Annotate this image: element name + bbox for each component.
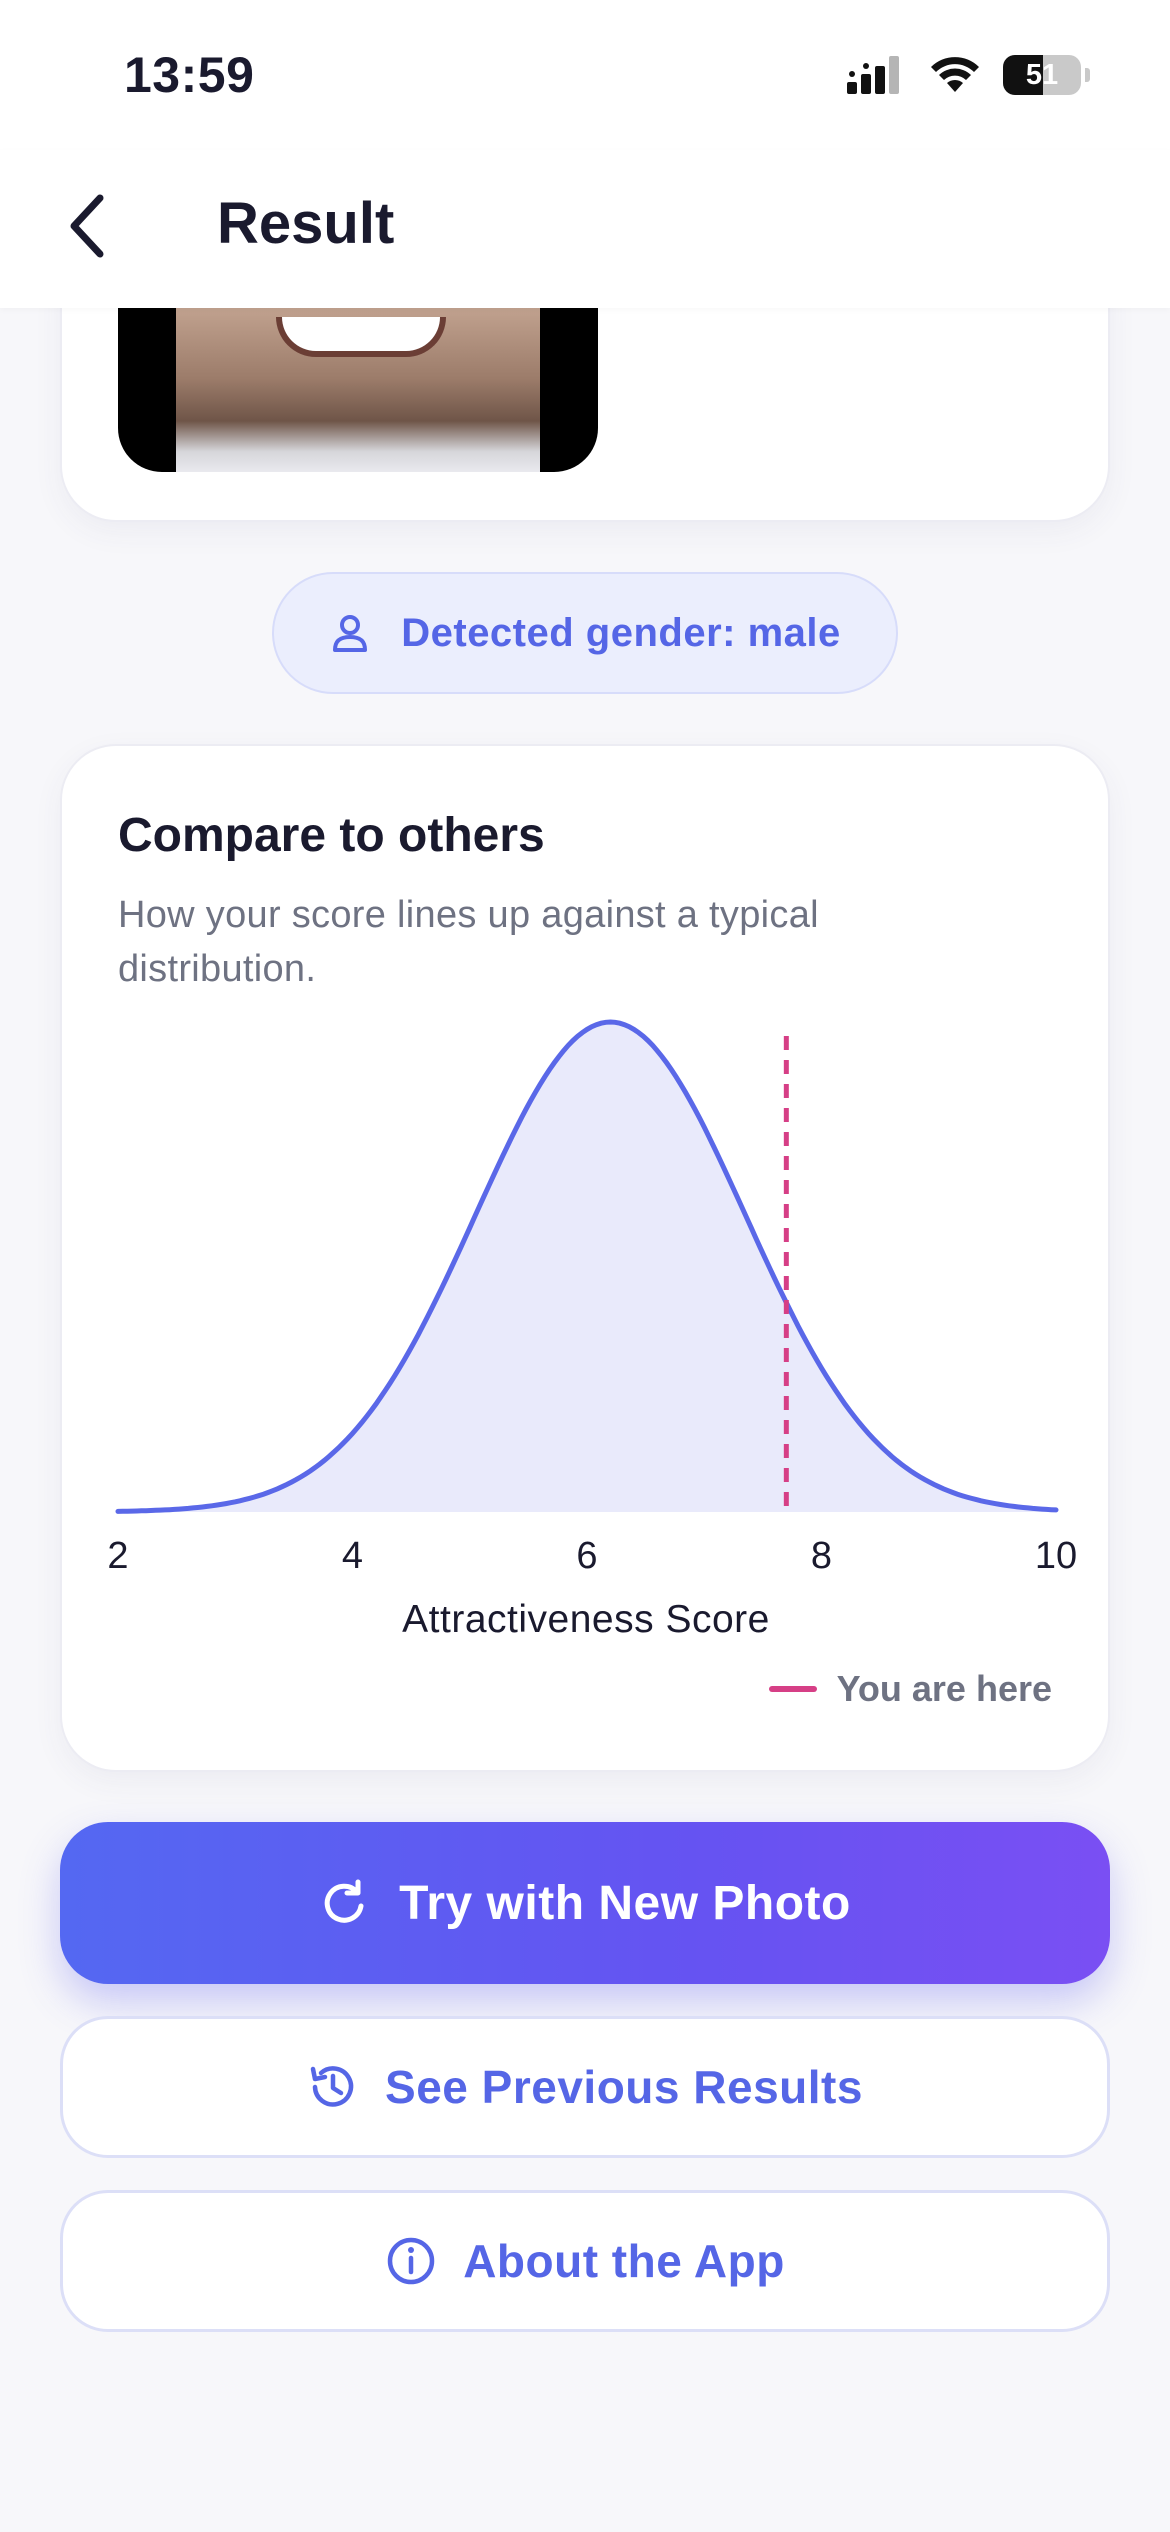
compare-card: Compare to others How your score lines u… <box>60 744 1110 1772</box>
status-time: 13:59 <box>124 47 255 103</box>
x-tick-label: 6 <box>576 1535 597 1577</box>
smile-shape <box>276 317 446 357</box>
gender-badge: Detected gender: male <box>272 572 898 694</box>
person-icon <box>333 615 368 652</box>
user-photo <box>118 302 598 472</box>
gender-label: Detected gender: male <box>401 610 841 655</box>
x-tick-label: 8 <box>811 1535 832 1577</box>
x-tick-label: 4 <box>342 1535 363 1577</box>
chart-legend: You are here <box>768 1668 1052 1710</box>
legend-swatch <box>768 1686 817 1692</box>
wifi-icon <box>931 57 979 92</box>
about-app-button[interactable]: About the App <box>60 2190 1110 2332</box>
x-axis-label: Attractiveness Score <box>402 1598 770 1641</box>
battery-icon: 51 <box>1003 55 1081 95</box>
distribution-area <box>118 1022 1056 1512</box>
battery-level: 51 <box>1025 58 1059 91</box>
refresh-icon <box>324 1879 364 1923</box>
about-app-label: About the App <box>463 2235 785 2287</box>
nav-header: Result <box>0 150 1170 308</box>
distribution-chart: 2 4 6 8 10 Attractiveness Score <box>107 1019 1077 1641</box>
x-axis-ticks: 2 4 6 8 10 <box>107 1535 1077 1577</box>
see-previous-results-label: See Previous Results <box>385 2061 863 2113</box>
try-new-photo-label: Try with New Photo <box>399 1876 851 1930</box>
legend-label: You are here <box>836 1668 1052 1709</box>
status-icons: 51 <box>847 55 1090 95</box>
status-bar: 13:59 51 <box>0 0 1170 150</box>
cellular-signal-icon <box>847 56 899 94</box>
page-title: Result <box>217 191 395 256</box>
see-previous-results-button[interactable]: See Previous Results <box>60 2016 1110 2158</box>
back-button[interactable] <box>56 190 116 262</box>
battery-tip <box>1085 68 1090 82</box>
x-tick-label: 10 <box>1035 1535 1077 1577</box>
try-new-photo-button[interactable]: Try with New Photo <box>60 1822 1110 1984</box>
info-icon <box>387 2237 435 2285</box>
chevron-left-icon <box>70 194 104 258</box>
x-tick-label: 2 <box>107 1535 128 1577</box>
history-icon <box>310 2066 354 2107</box>
face-image <box>176 302 540 472</box>
